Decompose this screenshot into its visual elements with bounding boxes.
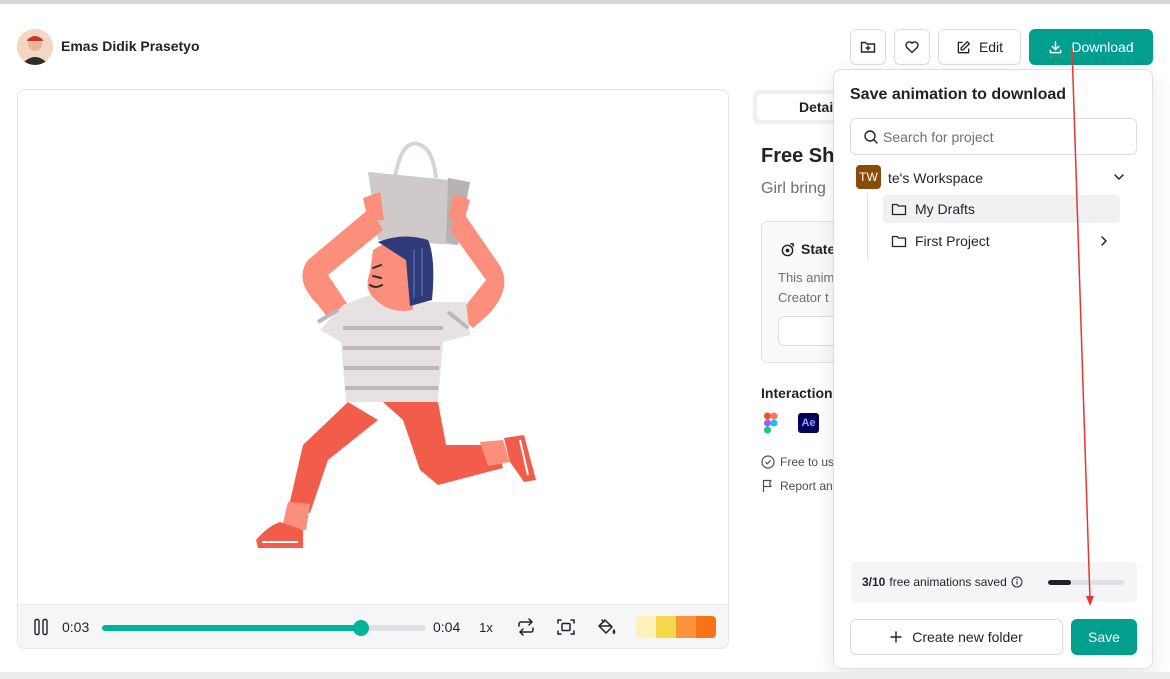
search-input[interactable] xyxy=(883,127,1123,147)
quota-suffix: free animations saved xyxy=(889,575,1007,589)
save-quota: 3/10 free animations saved xyxy=(851,562,1137,602)
fullscreen-button[interactable] xyxy=(555,605,577,648)
save-to-folder-button[interactable] xyxy=(850,29,886,65)
bottom-divider xyxy=(0,672,1170,679)
animation-description: Girl bring xyxy=(761,180,826,197)
chevron-down-icon[interactable] xyxy=(1112,170,1126,184)
state-text-line-1: This anim xyxy=(778,270,835,285)
folder-plus-icon xyxy=(860,41,876,53)
color-palette[interactable] xyxy=(636,616,716,638)
interaction-heading: Interaction xyxy=(761,385,833,401)
search-icon xyxy=(864,130,878,144)
author-name[interactable]: Emas Didik Prasetyo xyxy=(61,38,200,54)
state-text-line-2: Creator t xyxy=(778,290,829,305)
after-effects-icon[interactable]: Ae xyxy=(798,413,819,433)
report-text: Report an xyxy=(780,479,833,493)
app-window: Emas Didik Prasetyo Edit Download 0:03 0… xyxy=(0,0,1170,679)
quota-text: 3/10 free animations saved xyxy=(862,575,1023,589)
pause-icon xyxy=(34,618,48,636)
edit-icon xyxy=(957,40,970,53)
progress-fill xyxy=(102,625,362,631)
folder-label: First Project xyxy=(915,233,990,249)
chevron-right-icon[interactable] xyxy=(1097,234,1111,248)
speed-button[interactable]: 1x xyxy=(476,605,496,648)
license-line: Free to us xyxy=(761,455,834,469)
figma-icon[interactable] xyxy=(763,412,779,439)
folder-item-first-project[interactable]: First Project xyxy=(883,227,1120,255)
check-circle-icon xyxy=(761,455,775,469)
color-swatch[interactable] xyxy=(696,616,716,638)
current-time: 0:03 xyxy=(62,619,90,635)
loop-button[interactable] xyxy=(515,605,537,648)
state-machine-title: State xyxy=(801,241,836,257)
state-machine-description: This anim Creator t xyxy=(778,268,834,308)
state-machine-icon xyxy=(781,242,794,256)
folder-item-my-drafts[interactable]: My Drafts xyxy=(883,195,1120,223)
project-search xyxy=(850,118,1137,155)
download-label: Download xyxy=(1071,39,1134,55)
quota-bar xyxy=(1048,580,1124,585)
edit-button[interactable]: Edit xyxy=(938,29,1021,65)
heart-icon xyxy=(905,41,919,54)
save-button[interactable]: Save xyxy=(1071,619,1137,655)
frame-icon xyxy=(557,619,575,635)
flag-icon xyxy=(762,479,772,492)
avatar-image xyxy=(17,29,53,65)
info-icon[interactable] xyxy=(1011,576,1023,588)
background-color-button[interactable] xyxy=(595,605,617,648)
tree-connector xyxy=(867,193,868,259)
create-folder-label: Create new folder xyxy=(912,629,1023,645)
popover-title: Save animation to download xyxy=(850,86,1067,103)
folder-icon xyxy=(891,203,907,216)
animation-canvas[interactable] xyxy=(18,90,728,604)
folder-label: My Drafts xyxy=(915,201,975,217)
state-machine-heading: State xyxy=(780,241,835,257)
license-text: Free to us xyxy=(780,455,835,469)
create-new-folder-button[interactable]: Create new folder xyxy=(850,619,1063,655)
color-swatch[interactable] xyxy=(676,616,696,638)
quota-count: 3/10 xyxy=(862,575,886,589)
paint-bucket-icon xyxy=(598,619,616,635)
quota-fill xyxy=(1048,580,1071,585)
running-girl-illustration xyxy=(256,141,536,548)
color-swatch[interactable] xyxy=(656,616,676,638)
avatar[interactable] xyxy=(17,29,53,65)
animation-player: 0:03 0:04 1x xyxy=(17,89,729,649)
top-divider xyxy=(0,0,1170,4)
like-button[interactable] xyxy=(894,29,930,65)
total-time: 0:04 xyxy=(433,619,461,635)
folder-icon xyxy=(891,235,907,248)
save-animation-popover: Save animation to download TW te's Works… xyxy=(833,69,1153,669)
pause-button[interactable] xyxy=(30,605,52,648)
progress-handle[interactable] xyxy=(353,620,370,636)
loop-icon xyxy=(518,618,534,636)
workspace-item[interactable]: TW te's Workspace xyxy=(850,165,1137,191)
color-swatch[interactable] xyxy=(636,616,656,638)
figma-logo xyxy=(764,412,778,434)
progress-slider[interactable] xyxy=(102,620,426,636)
workspace-name: te's Workspace xyxy=(888,170,984,186)
download-button[interactable]: Download xyxy=(1029,29,1153,65)
report-link[interactable]: Report an xyxy=(761,479,833,493)
plus-icon xyxy=(890,631,902,643)
download-icon xyxy=(1049,40,1062,53)
workspace-badge: TW xyxy=(856,165,881,189)
edit-label: Edit xyxy=(978,39,1004,55)
player-controls: 0:03 0:04 1x xyxy=(18,604,728,648)
